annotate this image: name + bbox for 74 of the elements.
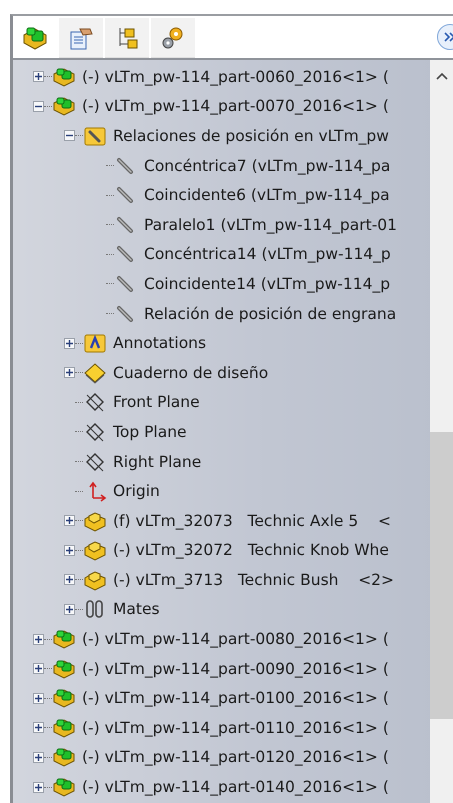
plus-icon bbox=[35, 665, 42, 672]
expand-button[interactable] bbox=[64, 574, 75, 586]
tree-item-label[interactable]: (-) vLTm_pw-114_part-0140_2016<1> ( bbox=[82, 778, 389, 796]
assembly-icon bbox=[52, 628, 76, 650]
assembly-icon bbox=[52, 658, 76, 680]
plus-icon bbox=[66, 340, 73, 347]
tree-item-label[interactable]: Front Plane bbox=[113, 393, 200, 412]
panel-tab[interactable] bbox=[105, 18, 149, 58]
assembly-icon bbox=[52, 776, 76, 798]
tree-item-label[interactable]: Annotations bbox=[113, 334, 206, 352]
plus-icon bbox=[35, 694, 42, 702]
collapse-button[interactable] bbox=[64, 130, 75, 142]
tree-item-label[interactable]: Top Plane bbox=[113, 422, 187, 441]
collapse-button[interactable] bbox=[33, 100, 44, 112]
binder-icon bbox=[83, 362, 107, 384]
tree-item-label[interactable]: (-) vLTm_pw-114_part-0120_2016<1> ( bbox=[82, 748, 389, 766]
part-icon bbox=[83, 539, 107, 562]
plus-icon bbox=[66, 576, 73, 584]
expand-button[interactable] bbox=[33, 692, 44, 704]
plus-icon bbox=[66, 369, 73, 376]
expand-button[interactable] bbox=[33, 71, 44, 82]
plus-icon bbox=[35, 754, 42, 761]
panel-tab[interactable] bbox=[151, 18, 195, 58]
panel-tab[interactable] bbox=[59, 18, 103, 58]
assembly-icon bbox=[22, 25, 48, 51]
expand-button[interactable] bbox=[33, 722, 44, 734]
assembly-icon bbox=[52, 687, 76, 710]
plus-icon bbox=[35, 724, 42, 732]
plus-icon bbox=[35, 636, 42, 643]
expand-button[interactable] bbox=[64, 604, 75, 615]
tree-item-label[interactable]: (-) vLTm_pw-114_part-0070_2016<1> ( bbox=[82, 97, 389, 116]
tree-item-label[interactable]: Mates bbox=[113, 600, 160, 618]
expand-button[interactable] bbox=[33, 663, 44, 674]
tree-item-label[interactable]: Relaciones de posición en vLTm_pw bbox=[113, 126, 389, 145]
expand-button[interactable] bbox=[64, 338, 75, 349]
tree-item-label[interactable]: (-) vLTm_pw-114_part-0080_2016<1> ( bbox=[82, 630, 389, 648]
tree-item-label[interactable]: Cuaderno de diseño bbox=[113, 364, 268, 382]
tree-item-label[interactable]: Concéntrica14 (vLTm_pw-114_p bbox=[144, 245, 391, 264]
tree-item-label[interactable]: (-) vLTm_pw-114_part-0090_2016<1> ( bbox=[82, 660, 389, 678]
tree-item-label[interactable]: (-) vLTm_32072 Technic Knob Whe bbox=[113, 541, 389, 560]
tree-item-label[interactable]: (f) vLTm_32073 Technic Axle 5 < bbox=[113, 512, 391, 530]
tree-item-label[interactable]: (-) vLTm_pw-114_part-0100_2016<1> ( bbox=[82, 689, 389, 708]
plus-icon bbox=[35, 73, 42, 80]
expand-button[interactable] bbox=[33, 752, 44, 763]
part-icon bbox=[83, 510, 107, 532]
plus-icon bbox=[66, 517, 73, 524]
assembly-icon bbox=[52, 746, 76, 768]
plus-icon bbox=[35, 784, 42, 791]
tree-item-label[interactable]: Right Plane bbox=[113, 452, 202, 471]
tree-item-label[interactable]: Paralelo1 (vLTm_pw-114_part-01 bbox=[144, 216, 398, 234]
expand-button[interactable] bbox=[64, 367, 75, 378]
expand-button[interactable] bbox=[33, 782, 44, 793]
tree-item-label[interactable]: Relación de posición de engrana bbox=[144, 304, 396, 323]
tree-item-label[interactable]: Origin bbox=[113, 482, 160, 500]
assembly-icon bbox=[52, 716, 76, 739]
expand-button[interactable] bbox=[33, 634, 44, 645]
tree-item-label[interactable]: (-) vLTm_pw-114_part-0110_2016<1> ( bbox=[82, 718, 389, 737]
expand-button[interactable] bbox=[64, 515, 75, 526]
tree-item-label[interactable]: (-) vLTm_3713 Technic Bush <2> bbox=[113, 570, 394, 589]
assembly-icon bbox=[52, 95, 76, 118]
tree-item-label[interactable]: (-) vLTm_pw-114_part-0060_2016<1> ( bbox=[82, 68, 389, 86]
tree-item-label[interactable]: Coincidente14 (vLTm_pw-114_p bbox=[144, 274, 390, 293]
plus-icon bbox=[66, 546, 73, 554]
tree-item-label[interactable]: Coincidente6 (vLTm_pw-114_pa bbox=[144, 186, 390, 204]
assembly-icon bbox=[52, 66, 76, 88]
folder-icon bbox=[83, 124, 107, 147]
plus-icon bbox=[66, 606, 73, 613]
folder-icon bbox=[83, 332, 107, 354]
expand-button[interactable] bbox=[64, 544, 75, 556]
double-chevron-icon bbox=[444, 32, 453, 42]
scroll-up-icon[interactable] bbox=[436, 72, 448, 80]
part-icon bbox=[83, 568, 107, 591]
scrollbar[interactable] bbox=[430, 60, 453, 803]
tree-item-label[interactable]: Concéntrica7 (vLTm_pw-114_pa bbox=[144, 156, 390, 175]
